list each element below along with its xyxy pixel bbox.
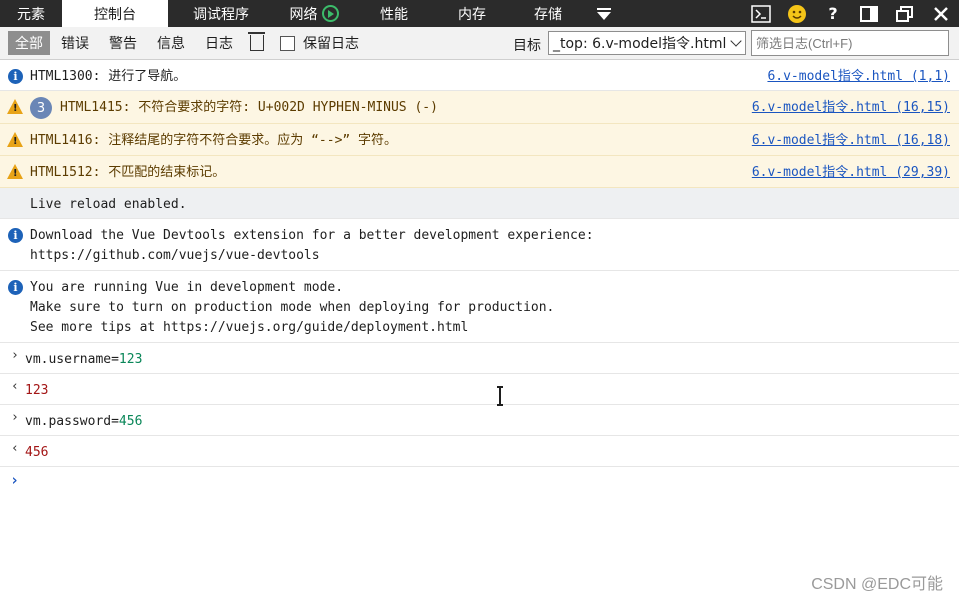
console-result-entry: ‹ 123: [0, 374, 959, 405]
console-message-warning: ! HTML1512: 不匹配的结束标记。 6.v-model指令.html (…: [0, 156, 959, 188]
message-text: HTML1416: 注释结尾的字符不符合要求。应为 “-->” 字符。: [30, 133, 398, 148]
console-input-entry: › vm.username=123: [0, 343, 959, 374]
message-text: You are running Vue in development mode.…: [30, 280, 555, 335]
tab-label: 元素: [17, 6, 45, 23]
console-input-prompt[interactable]: ›: [10, 471, 19, 489]
console-output: i HTML1300: 进行了导航。 6.v-model指令.html (1,1…: [0, 60, 959, 603]
help-icon: ?: [828, 4, 838, 23]
target-select[interactable]: _top: 6.v-model指令.html: [548, 31, 746, 55]
chevron-right-icon: ›: [11, 410, 19, 425]
filter-log-input[interactable]: [751, 30, 949, 56]
console-button[interactable]: [743, 0, 779, 27]
result-value: 456: [25, 445, 49, 460]
tab-storage[interactable]: 存储: [510, 0, 586, 27]
message-text: Live reload enabled.: [30, 197, 187, 212]
tab-elements[interactable]: 元素: [0, 0, 62, 27]
tab-performance[interactable]: 性能: [354, 0, 434, 27]
tab-label: 存储: [534, 6, 562, 23]
more-tabs-button[interactable]: [586, 0, 622, 27]
chevron-right-icon: ›: [11, 348, 19, 363]
source-link[interactable]: 6.v-model指令.html (16,15): [752, 98, 950, 118]
filter-info-button[interactable]: 信息: [150, 31, 192, 55]
text-cursor-icon: [497, 386, 503, 406]
keep-log-label: 保留日志: [303, 36, 359, 52]
target-label: 目标: [513, 38, 541, 54]
filter-warnings-button[interactable]: 警告: [102, 31, 144, 55]
repeat-count-badge: 3: [30, 97, 52, 119]
console-icon: [751, 4, 771, 23]
filter-errors-button[interactable]: 错误: [54, 31, 96, 55]
command-value: 456: [118, 414, 143, 429]
console-result-entry: ‹ 456: [0, 436, 959, 467]
message-text: Download the Vue Devtools extension for …: [30, 228, 594, 263]
keep-log-checkbox[interactable]: [280, 35, 295, 51]
filter-all-button[interactable]: 全部: [8, 31, 50, 55]
console-input-entry: › vm.password=456: [0, 405, 959, 436]
feedback-button[interactable]: [779, 0, 815, 27]
chevron-left-icon: ‹: [11, 441, 19, 456]
tab-debugger[interactable]: 调试程序: [168, 0, 274, 27]
command-expression: vm.password=: [25, 414, 119, 429]
help-button[interactable]: ?: [815, 0, 851, 27]
console-message-warning: ! 3 HTML1415: 不符合要求的字符: U+002D HYPHEN-MI…: [0, 91, 959, 124]
warning-mark: !: [13, 103, 18, 114]
console-message-log: Live reload enabled.: [0, 188, 959, 219]
target-select-value: _top: 6.v-model指令.html: [553, 36, 727, 52]
tab-label: 内存: [458, 6, 486, 23]
play-icon: [321, 5, 339, 22]
message-text: HTML1415: 不符合要求的字符: U+002D HYPHEN-MINUS …: [60, 100, 438, 115]
warning-mark: !: [13, 168, 18, 179]
source-link[interactable]: 6.v-model指令.html (1,1): [767, 67, 950, 87]
warning-mark: !: [13, 136, 18, 147]
info-icon: i: [8, 280, 23, 295]
devtools-tab-bar: 元素 控制台 调试程序 网络 性能 内存 存储 ?: [0, 0, 959, 27]
info-icon: i: [8, 69, 23, 84]
restore-window-icon: [896, 5, 913, 22]
console-message-info: i HTML1300: 进行了导航。 6.v-model指令.html (1,1…: [0, 60, 959, 91]
tab-label: 性能: [380, 6, 408, 23]
command-expression: vm.username=: [25, 352, 119, 367]
result-value: 123: [25, 383, 49, 398]
close-button[interactable]: [923, 0, 959, 27]
command-value: 123: [118, 352, 143, 367]
dock-button[interactable]: [851, 0, 887, 27]
tab-console[interactable]: 控制台: [62, 0, 168, 27]
tab-label: 调试程序: [193, 6, 249, 23]
command-text: vm.password=456: [25, 412, 142, 432]
console-toolbar: 全部 错误 警告 信息 日志 保留日志 目标 _top: 6.v-model指令…: [0, 27, 959, 60]
dropdown-icon: [597, 7, 611, 20]
smiley-feedback-icon: [788, 4, 806, 23]
clear-console-icon[interactable]: [248, 32, 265, 51]
message-text: HTML1512: 不匹配的结束标记。: [30, 165, 226, 180]
tab-network[interactable]: 网络: [274, 0, 354, 27]
command-text: vm.username=123: [25, 350, 142, 370]
tab-memory[interactable]: 内存: [434, 0, 510, 27]
restore-window-button[interactable]: [887, 0, 923, 27]
source-link[interactable]: 6.v-model指令.html (16,18): [752, 131, 950, 151]
close-icon: [934, 6, 948, 21]
watermark: CSDN @EDC可能: [811, 576, 943, 593]
console-message-warning: ! HTML1416: 注释结尾的字符不符合要求。应为 “-->” 字符。 6.…: [0, 124, 959, 156]
info-icon: i: [8, 228, 23, 243]
filter-log-button[interactable]: 日志: [198, 31, 240, 55]
console-message-info: i Download the Vue Devtools extension fo…: [0, 219, 959, 271]
tab-label: 网络: [289, 6, 318, 23]
chevron-left-icon: ‹: [11, 379, 19, 394]
chevron-down-icon: [730, 35, 743, 47]
dock-icon: [860, 5, 878, 22]
source-link[interactable]: 6.v-model指令.html (29,39): [752, 163, 950, 183]
message-text: HTML1300: 进行了导航。: [30, 69, 187, 84]
tab-label: 控制台: [94, 6, 136, 23]
console-message-info: i You are running Vue in development mod…: [0, 271, 959, 343]
